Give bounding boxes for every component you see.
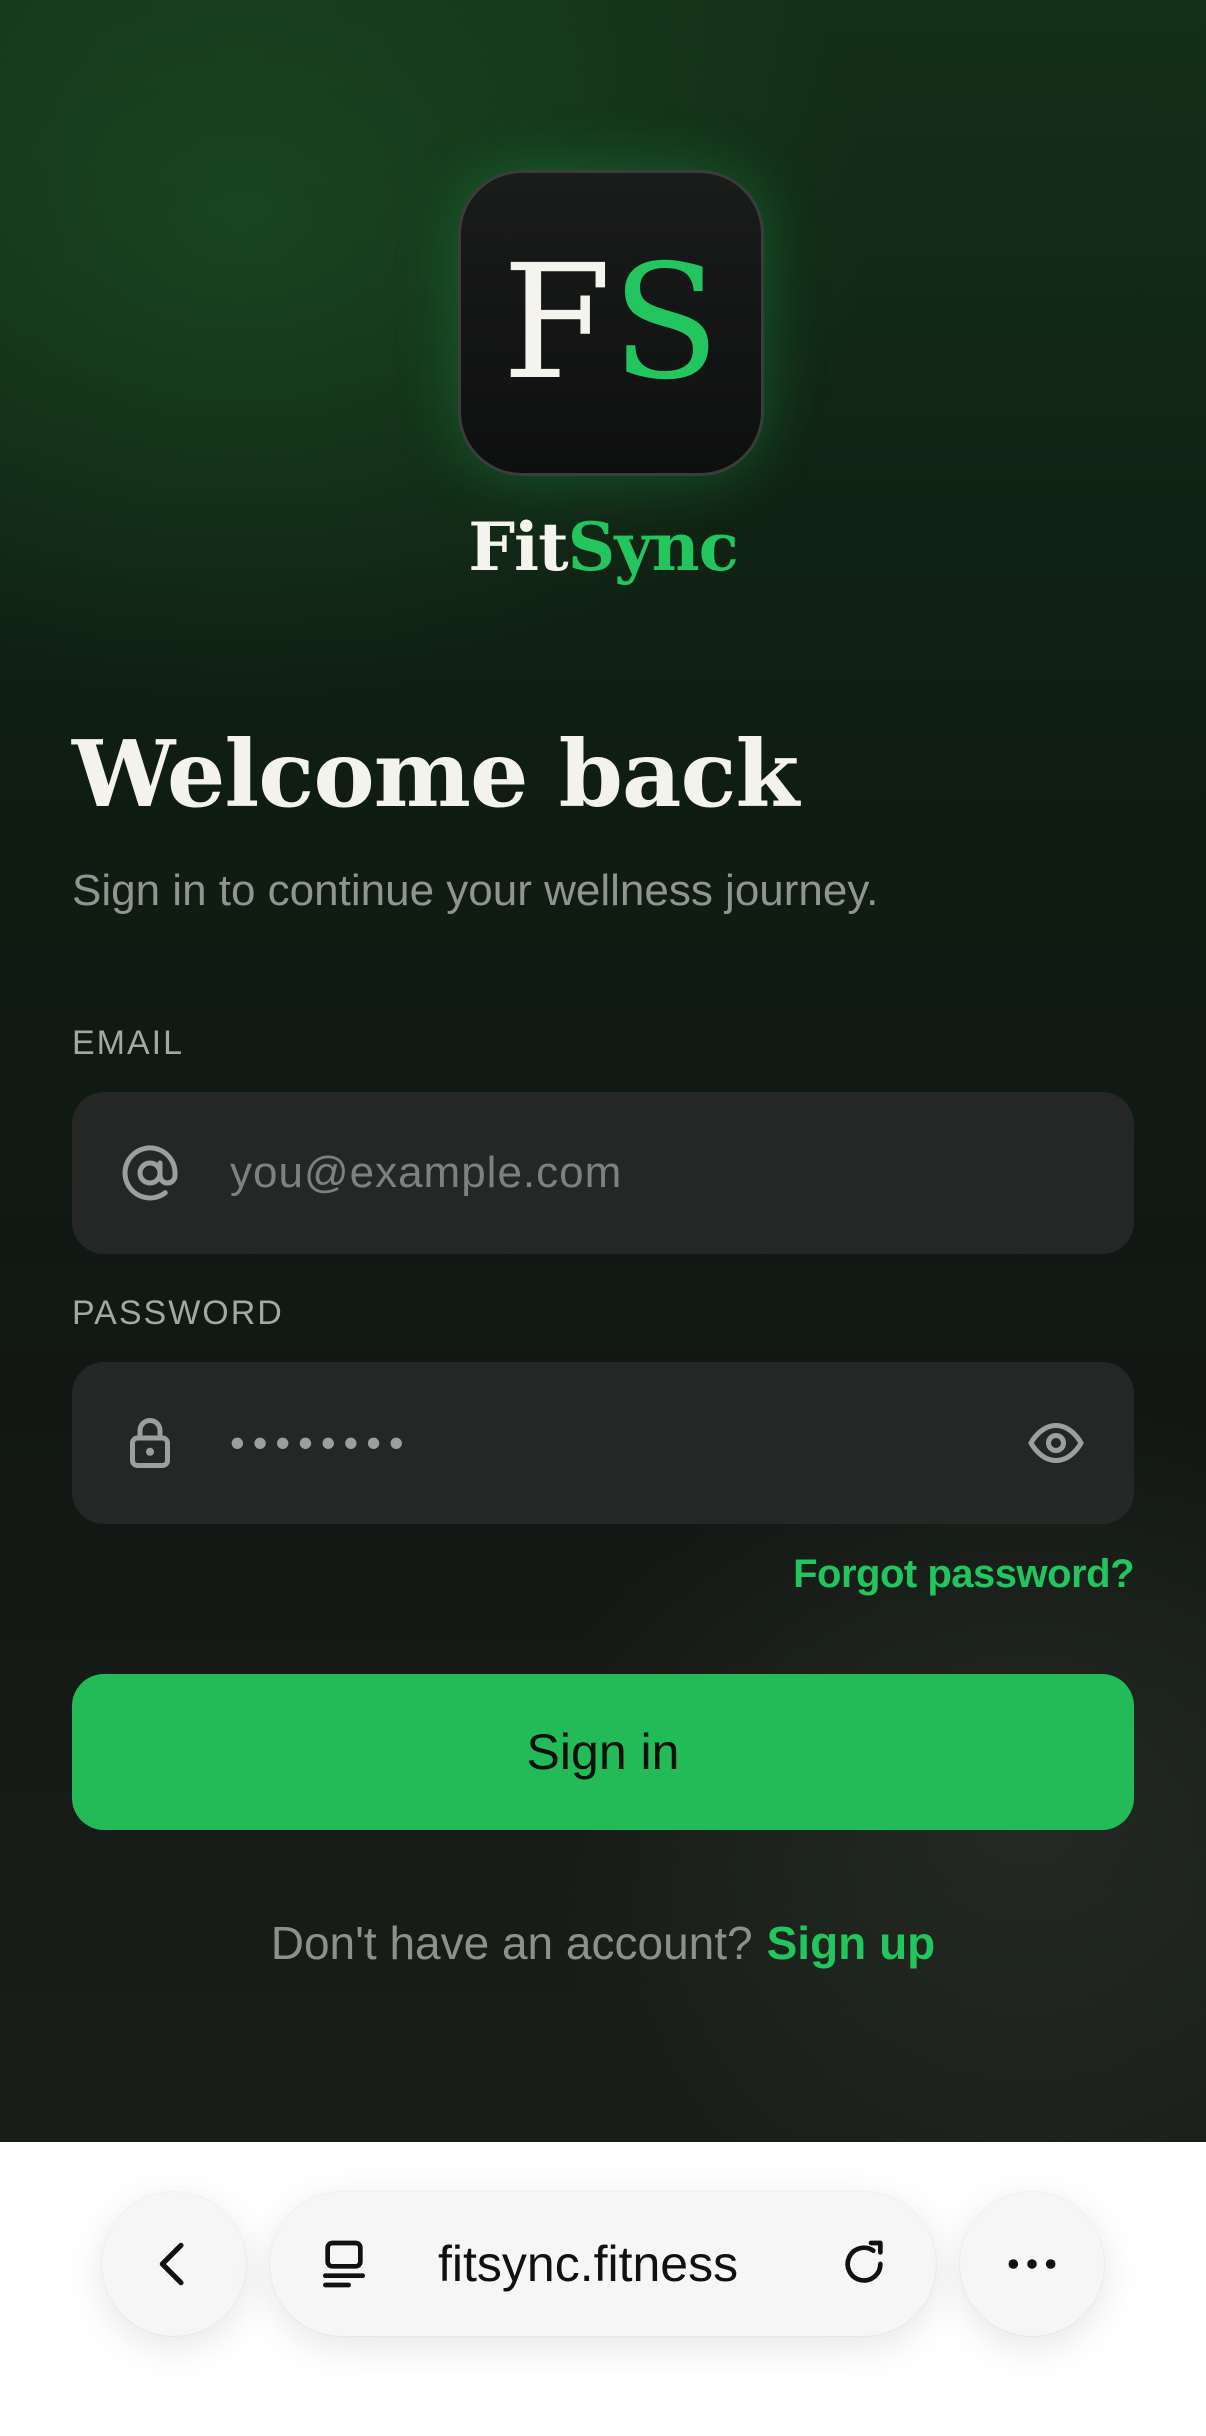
logo-letter-s: S [611,231,720,415]
eye-icon[interactable] [1026,1413,1086,1473]
password-field[interactable]: •••••••• [72,1362,1134,1524]
sign-up-link[interactable]: Sign up [767,1917,936,1969]
brand-name-part2: Sync [567,508,739,586]
password-label: PASSWORD [72,1294,284,1332]
url-text: fitsync.fitness [438,2236,739,2292]
forgot-password-link[interactable]: Forgot password? [793,1552,1134,1597]
email-label: EMAIL [72,1024,185,1062]
login-screen: FS FitSync Welcome back Sign in to conti… [0,0,1206,2142]
chevron-left-icon [159,2242,184,2286]
reload-icon[interactable] [836,2236,892,2292]
brand-name-part1: Fit [468,508,568,586]
logo-letter-f: F [502,231,612,415]
page-subtitle: Sign in to continue your wellness journe… [72,866,879,915]
signup-prompt: Don't have an account? [270,1917,753,1969]
brand-name: FitSync [0,508,1206,586]
email-placeholder: you@example.com [230,1148,623,1197]
password-value: •••••••• [230,1419,412,1466]
app-logo: FS [458,170,764,476]
signup-row: Don't have an account? Sign up [0,1916,1206,1970]
browser-toolbar: fitsync.fitness [0,2142,1206,2436]
back-button[interactable] [102,2192,246,2336]
address-bar[interactable]: fitsync.fitness [270,2192,936,2336]
at-sign-icon [122,1145,178,1201]
page-title: Welcome back [72,720,799,828]
lock-icon [130,1418,170,1468]
tabs-icon[interactable] [316,2236,372,2292]
sign-in-button[interactable]: Sign in [72,1674,1134,1830]
email-field[interactable]: you@example.com [72,1092,1134,1254]
more-icon [1008,2259,1056,2269]
more-button[interactable] [960,2192,1104,2336]
